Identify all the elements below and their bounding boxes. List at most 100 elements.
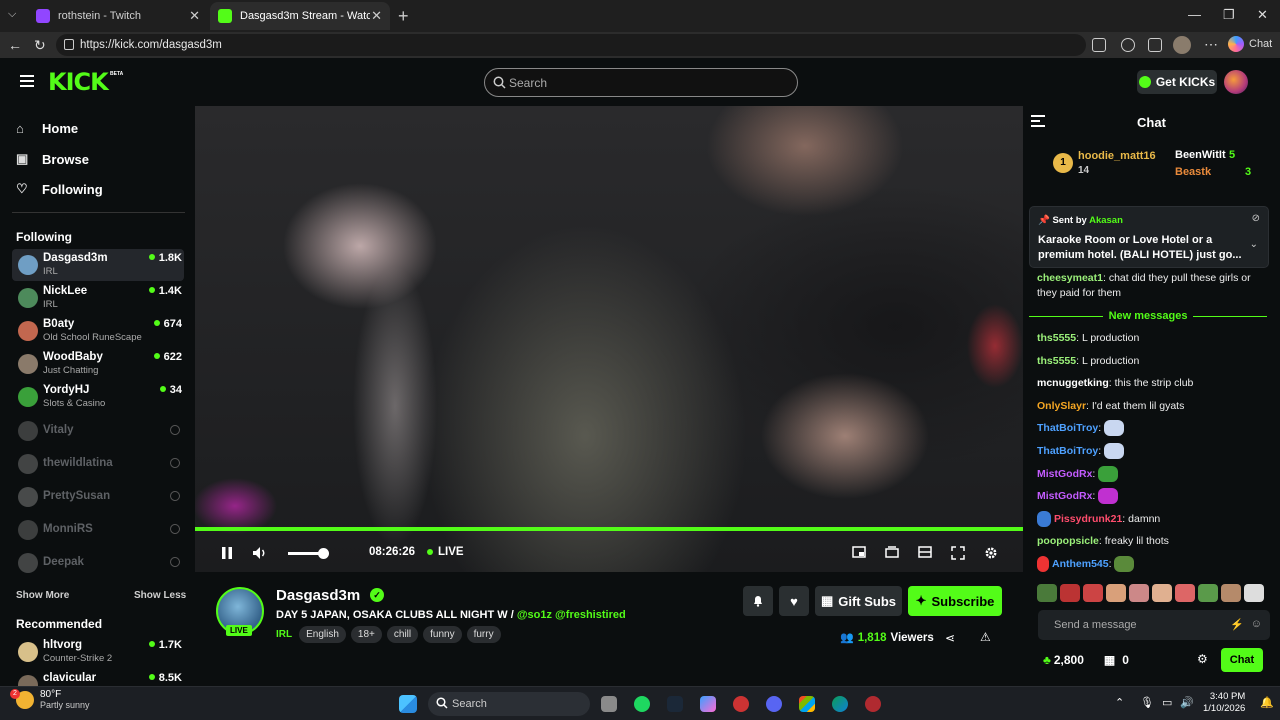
search-input[interactable]: Search	[484, 68, 798, 97]
close-window-icon[interactable]: ✕	[1257, 7, 1268, 23]
channel-thewildlatina[interactable]: thewildlatina	[12, 448, 184, 480]
tag-chip[interactable]: English	[299, 626, 346, 643]
weather-widget[interactable]: 2 80°F Partly sunny	[10, 688, 90, 710]
new-tab-icon[interactable]: +	[398, 6, 409, 27]
copilot-app-icon[interactable]	[700, 696, 716, 712]
stream-title-mentions[interactable]: @so1z @freshistired	[517, 609, 626, 621]
share-icon[interactable]: ⋖	[945, 631, 955, 645]
taskbar-search[interactable]: Search	[428, 692, 590, 716]
video-frame[interactable]	[195, 106, 1023, 572]
report-warning-icon[interactable]: ⚠	[980, 630, 991, 644]
channel-nicklee[interactable]: NickLee IRL 1.4K	[12, 282, 184, 314]
tag-chip[interactable]: furry	[466, 626, 501, 643]
chat-username[interactable]: ThatBoiTroy	[1037, 422, 1098, 434]
fullscreen-icon[interactable]	[951, 546, 965, 560]
close-tab-icon[interactable]: ✕	[189, 8, 200, 24]
nav-home[interactable]: ⌂ Home	[16, 121, 78, 136]
collapse-chat-icon[interactable]	[1031, 115, 1045, 127]
volume-icon[interactable]: 🔊	[1180, 696, 1194, 709]
microsoft-store-icon[interactable]	[799, 696, 815, 712]
app-icon[interactable]	[865, 696, 881, 712]
nav-following[interactable]: ♡ Following	[16, 181, 103, 197]
app-icon[interactable]	[733, 696, 749, 712]
channel-woodbaby[interactable]: WoodBaby Just Chatting 622	[12, 348, 184, 380]
emote[interactable]	[1198, 584, 1218, 602]
chat-username[interactable]: poopopsicle	[1037, 535, 1099, 547]
network-icon[interactable]: ▭	[1162, 696, 1172, 709]
browser-tab-twitch[interactable]: rothstein - Twitch ✕	[28, 2, 208, 30]
spotify-icon[interactable]	[634, 696, 650, 712]
emote-picker-icon[interactable]: ☺	[1251, 618, 1262, 630]
tab-list-chevron-icon[interactable]: ⌵	[8, 8, 16, 21]
windows-start-icon[interactable]	[399, 695, 417, 713]
close-tab-icon[interactable]: ✕	[371, 8, 382, 24]
channel-prettysusan[interactable]: PrettySusan	[12, 481, 184, 513]
channel-vitaly[interactable]: Vitaly	[12, 415, 184, 447]
category-link[interactable]: IRL	[276, 629, 292, 640]
channel-clavicular[interactable]: clavicular 8.5K	[12, 669, 184, 686]
tray-chevron-icon[interactable]: ⌃	[1115, 696, 1124, 709]
chat-username[interactable]: MistGodRx	[1037, 490, 1092, 502]
chat-username[interactable]: ths5555	[1037, 332, 1076, 344]
show-less-button[interactable]: Show Less	[134, 590, 186, 601]
volume-icon[interactable]	[252, 546, 268, 560]
user-avatar[interactable]	[1224, 70, 1248, 94]
settings-gear-icon[interactable]	[984, 546, 998, 560]
chat-username[interactable]: ThatBoiTroy	[1037, 445, 1098, 457]
follow-heart-button[interactable]: ♥	[779, 586, 809, 616]
chat-username[interactable]: mcnuggetking	[1037, 377, 1109, 389]
mini-player-icon[interactable]	[852, 546, 866, 558]
tag-chip[interactable]: funny	[423, 626, 462, 643]
profile-avatar[interactable]	[1173, 36, 1191, 54]
emote[interactable]	[1175, 584, 1195, 602]
tag-chip[interactable]: chill	[386, 626, 419, 643]
command-icon[interactable]: ⚡	[1230, 618, 1244, 631]
back-icon[interactable]: ←	[8, 37, 22, 53]
live-indicator[interactable]: LIVE	[427, 546, 464, 558]
clock[interactable]: 3:40 PM 1/10/2026	[1203, 691, 1245, 715]
chat-settings-gear-icon[interactable]: ⚙	[1197, 652, 1208, 666]
channel-dasgasd3m[interactable]: Dasgasd3m IRL 1.8K	[12, 249, 184, 281]
copilot-chat-button[interactable]: Chat	[1228, 36, 1272, 52]
emote[interactable]	[1037, 584, 1057, 602]
more-menu-icon[interactable]: ⋯	[1204, 36, 1218, 53]
emote[interactable]	[1221, 584, 1241, 602]
split-screen-icon[interactable]	[1121, 38, 1135, 52]
emote[interactable]	[1060, 584, 1080, 602]
emote[interactable]	[1106, 584, 1126, 602]
chat-username[interactable]: Anthem545	[1052, 558, 1109, 570]
channel-yordyhj[interactable]: YordyHJ Slots & Casino 34	[12, 381, 184, 413]
task-view-icon[interactable]	[601, 696, 617, 712]
chat-username[interactable]: ths5555	[1037, 355, 1076, 367]
chat-username[interactable]: MistGodRx	[1037, 468, 1092, 480]
emote[interactable]	[1244, 584, 1264, 602]
channel-b0aty[interactable]: B0aty Old School RuneScape 674	[12, 315, 184, 347]
progress-bar[interactable]	[195, 527, 1023, 531]
emote[interactable]	[1083, 584, 1103, 602]
channel-monnirs[interactable]: MonniRS	[12, 514, 184, 546]
chat-message-input[interactable]: Send a message ⚡ ☺	[1038, 610, 1270, 640]
channel-deepak[interactable]: Deepak	[12, 547, 184, 579]
chat-username[interactable]: OnlySlayr	[1037, 400, 1086, 412]
streamer-name[interactable]: Dasgasd3m	[276, 587, 360, 604]
chat-send-button[interactable]: Chat	[1221, 648, 1263, 672]
edge-icon[interactable]	[832, 696, 848, 712]
steam-icon[interactable]	[667, 696, 683, 712]
clip-icon[interactable]	[885, 546, 899, 558]
subscribe-button[interactable]: ✦ Subscribe	[908, 586, 1002, 616]
pinned-user[interactable]: Akasan	[1089, 215, 1123, 226]
chat-username[interactable]: Pissydrunk21	[1054, 513, 1122, 525]
expand-chevron-icon[interactable]: ⌄	[1250, 239, 1258, 250]
discord-icon[interactable]	[766, 696, 782, 712]
refresh-icon[interactable]: ↻	[34, 37, 46, 54]
emote[interactable]	[1129, 584, 1149, 602]
notification-bell-button[interactable]	[743, 586, 773, 616]
pause-icon[interactable]	[221, 546, 233, 560]
kick-logo[interactable]: KICK	[48, 68, 109, 96]
channel-hltvorg[interactable]: hltvorg Counter-Strike 2 1.7K	[12, 636, 184, 668]
extensions-icon[interactable]	[1092, 38, 1106, 52]
nav-browse[interactable]: ▣ Browse	[16, 151, 89, 167]
chat-username[interactable]: cheesymeat1	[1037, 272, 1103, 284]
pinned-message[interactable]: 📌 Sent by Akasan Karaoke Room or Love Ho…	[1029, 206, 1269, 268]
emote[interactable]	[1152, 584, 1172, 602]
